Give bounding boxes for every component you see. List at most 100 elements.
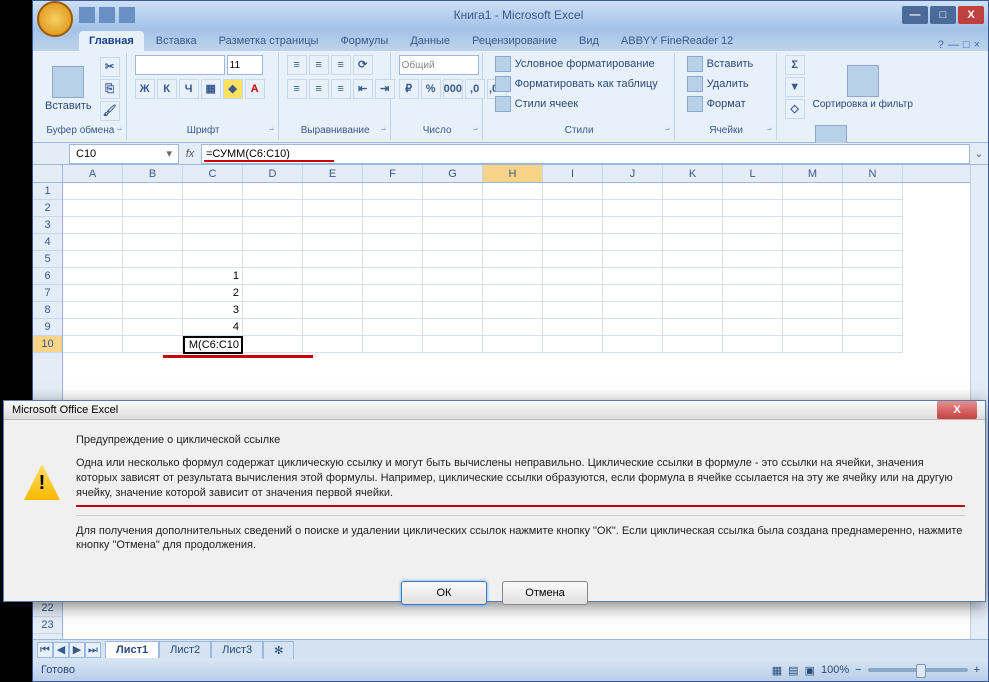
fx-icon[interactable]: fx [179,148,201,160]
bold-button[interactable]: Ж [135,79,155,99]
view-layout-icon[interactable]: ▤ [788,664,798,677]
align-bot-icon[interactable]: ≡ [331,55,351,75]
minimize-button[interactable]: — [902,6,928,24]
col-header[interactable]: I [543,165,603,182]
doc-minimize-button[interactable]: — [948,39,959,51]
view-normal-icon[interactable]: ▦ [772,664,782,677]
number-format-select[interactable] [399,55,479,75]
col-header[interactable]: D [243,165,303,182]
autosum-icon[interactable]: Σ [785,55,805,75]
col-header[interactable]: C [183,165,243,182]
fill-color-button[interactable]: ◆ [223,79,243,99]
cell-C6[interactable]: 1 [183,268,243,285]
align-right-icon[interactable]: ≡ [331,79,351,99]
cell-styles-button[interactable]: Стили ячеек [491,95,668,113]
row-header[interactable]: 1 [33,183,62,200]
indent-inc-icon[interactable]: ⇥ [375,79,395,99]
row-header[interactable]: 2 [33,200,62,217]
col-header[interactable]: B [123,165,183,182]
sheet-tab[interactable]: Лист3 [211,641,263,658]
tab-home[interactable]: Главная [79,31,144,51]
indent-dec-icon[interactable]: ⇤ [353,79,373,99]
format-painter-icon[interactable]: 🖌 [100,101,120,121]
format-table-button[interactable]: Форматировать как таблицу [491,75,668,93]
cancel-button[interactable]: Отмена [502,581,588,605]
new-sheet-button[interactable]: ✻ [263,641,294,659]
row-header[interactable]: 23 [33,617,62,634]
col-header[interactable]: J [603,165,663,182]
fill-icon[interactable]: ▼ [785,77,805,97]
cond-format-button[interactable]: Условное форматирование [491,55,668,73]
percent-icon[interactable]: % [421,79,441,99]
insert-cells-button[interactable]: Вставить [683,55,770,73]
zoom-in-button[interactable]: + [974,664,980,676]
select-all-corner[interactable] [33,165,63,183]
font-family-select[interactable] [135,55,225,75]
expand-formula-icon[interactable]: ⌄ [970,147,988,160]
col-header[interactable]: F [363,165,423,182]
sheet-nav-next-icon[interactable]: ▶ [69,642,85,658]
col-header[interactable]: H [483,165,543,182]
tab-formulas[interactable]: Формулы [330,31,398,51]
tab-data[interactable]: Данные [400,31,460,51]
col-header[interactable]: A [63,165,123,182]
format-cells-button[interactable]: Формат [683,95,770,113]
underline-button[interactable]: Ч [179,79,199,99]
cell-C9[interactable]: 4 [183,319,243,336]
ok-button[interactable]: ОК [401,581,487,605]
col-header[interactable]: E [303,165,363,182]
copy-icon[interactable]: ⎘ [100,79,120,99]
cell-C7[interactable]: 2 [183,285,243,302]
help-icon[interactable]: ? [938,39,944,51]
col-header[interactable]: L [723,165,783,182]
office-button[interactable] [37,1,73,37]
dialog-close-button[interactable]: X [937,401,977,419]
redo-icon[interactable] [119,7,135,23]
close-button[interactable]: X [958,6,984,24]
row-header[interactable]: 9 [33,319,62,336]
maximize-button[interactable]: □ [930,6,956,24]
zoom-out-button[interactable]: − [855,664,861,676]
clear-icon[interactable]: ◇ [785,99,805,119]
border-button[interactable]: ▦ [201,79,221,99]
tab-layout[interactable]: Разметка страницы [209,31,329,51]
row-header[interactable]: 8 [33,302,62,319]
sheet-tab[interactable]: Лист2 [159,641,211,658]
undo-icon[interactable] [99,7,115,23]
col-header[interactable]: M [783,165,843,182]
tab-view[interactable]: Вид [569,31,609,51]
sheet-nav-prev-icon[interactable]: ◀ [53,642,69,658]
delete-cells-button[interactable]: Удалить [683,75,770,93]
col-header[interactable]: G [423,165,483,182]
paste-button[interactable]: Вставить [41,64,96,114]
sheet-nav-last-icon[interactable]: ⏭ [85,642,101,658]
chevron-down-icon[interactable]: ▾ [166,147,172,160]
col-header[interactable]: N [843,165,903,182]
orientation-icon[interactable]: ⟳ [353,55,373,75]
sort-filter-button[interactable]: Сортировка и фильтр [809,63,917,112]
row-header[interactable]: 3 [33,217,62,234]
tab-insert[interactable]: Вставка [146,31,207,51]
comma-icon[interactable]: 000 [443,79,463,99]
zoom-slider[interactable] [868,668,968,672]
font-size-select[interactable] [227,55,263,75]
currency-icon[interactable]: ₽ [399,79,419,99]
italic-button[interactable]: К [157,79,177,99]
font-color-button[interactable]: A [245,79,265,99]
sheet-nav-first-icon[interactable]: ⏮ [37,642,53,658]
cut-icon[interactable]: ✂ [100,57,120,77]
col-header[interactable]: K [663,165,723,182]
cell-C10-active[interactable]: М(C6:C10 [183,336,243,354]
cell-C8[interactable]: 3 [183,302,243,319]
row-header[interactable]: 6 [33,268,62,285]
name-box[interactable]: C10 ▾ [69,144,179,164]
row-header[interactable]: 5 [33,251,62,268]
formula-input[interactable]: =СУММ(C6:C10) [201,144,970,164]
row-header[interactable]: 10 [33,336,62,353]
row-header[interactable]: 4 [33,234,62,251]
sheet-tab[interactable]: Лист1 [105,641,159,658]
view-break-icon[interactable]: ▣ [805,664,815,677]
align-mid-icon[interactable]: ≡ [309,55,329,75]
align-top-icon[interactable]: ≡ [287,55,307,75]
doc-restore-button[interactable]: □ [963,39,970,51]
